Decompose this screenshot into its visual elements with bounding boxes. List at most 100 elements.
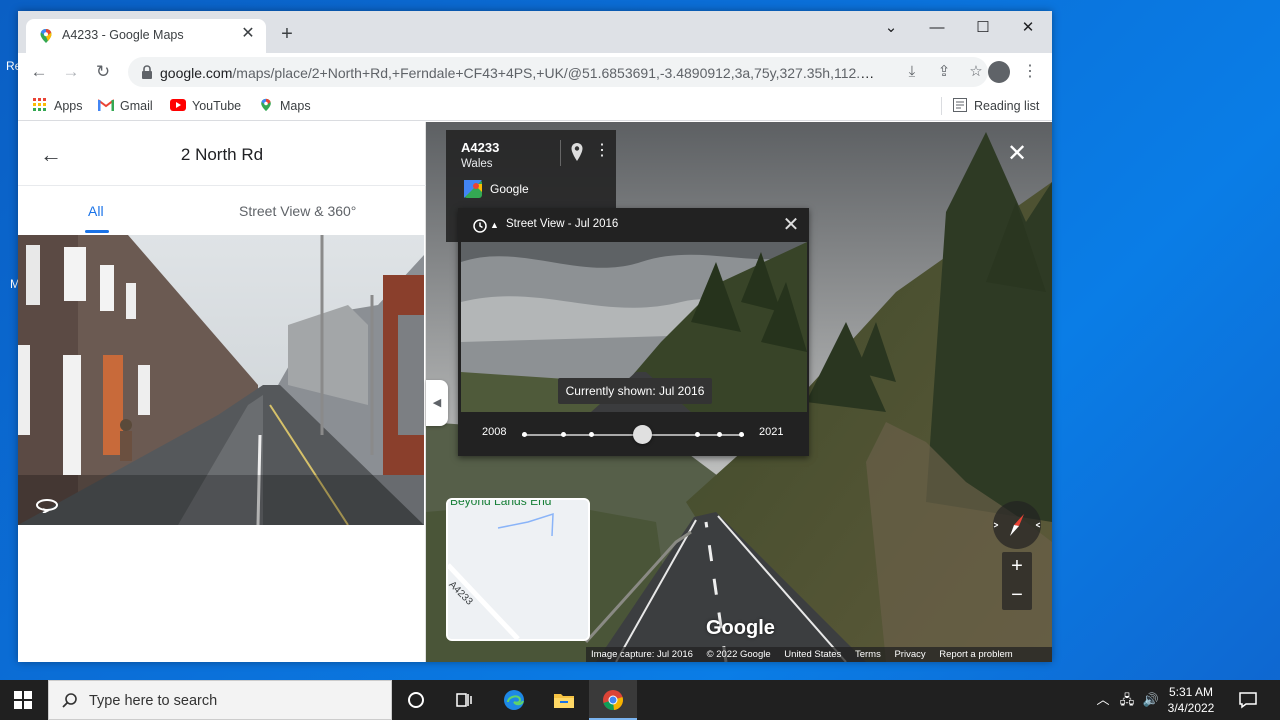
- divider: [560, 140, 561, 166]
- terms-link[interactable]: Terms: [855, 649, 881, 660]
- time-machine-panel: ▲ Street View - Jul 2016 ✕ Currently sho…: [458, 208, 809, 456]
- zoom-control: + −: [1002, 552, 1032, 610]
- report-problem-link[interactable]: Report a problem: [939, 649, 1012, 660]
- gmail-icon: [98, 99, 114, 111]
- volume-icon[interactable]: 🔊: [1142, 692, 1160, 708]
- system-clock[interactable]: 5:31 AM 3/4/2022: [1160, 684, 1222, 716]
- slider-tick[interactable]: [561, 432, 566, 437]
- active-tab-indicator: [85, 230, 109, 233]
- slider-tick[interactable]: [717, 432, 722, 437]
- browser-tab[interactable]: A4233 - Google Maps ✕: [26, 19, 266, 53]
- google-watermark: Google: [706, 617, 775, 639]
- location-pin-icon[interactable]: [570, 142, 584, 162]
- lock-icon: [142, 65, 152, 79]
- provider-name: Google: [490, 182, 529, 196]
- attribution-bar: Image capture: Jul 2016 © 2022 Google Un…: [586, 647, 1052, 662]
- copyright: © 2022 Google: [706, 649, 771, 660]
- close-street-view-icon[interactable]: ✕: [1006, 142, 1028, 166]
- youtube-icon: [170, 99, 186, 111]
- chrome-icon: [603, 690, 623, 711]
- minimap-map: [448, 500, 588, 639]
- date-slider[interactable]: 2008 2021: [458, 412, 809, 456]
- slider-end-year: 2021: [759, 426, 784, 438]
- search-icon: [62, 693, 77, 708]
- taskbar-search-input[interactable]: Type here to search: [48, 680, 392, 720]
- region-name: Wales: [461, 158, 493, 170]
- bookmark-apps[interactable]: Apps: [32, 97, 83, 115]
- reading-list-button[interactable]: Reading list: [952, 97, 1039, 115]
- region-link[interactable]: United States: [784, 649, 841, 660]
- edge-icon[interactable]: [502, 688, 526, 712]
- new-tab-icon[interactable]: +: [276, 23, 298, 45]
- compass-needle: [993, 514, 1041, 536]
- windows-start-icon[interactable]: [14, 691, 32, 709]
- browser-window: A4233 - Google Maps ✕ + ⌄ — ☐ ✕ ← → ↻ go…: [18, 11, 1052, 662]
- zoom-out-icon[interactable]: −: [1002, 581, 1032, 610]
- compass-icon[interactable]: [993, 501, 1041, 549]
- forward-icon[interactable]: →: [60, 61, 82, 83]
- file-explorer-icon[interactable]: [552, 688, 576, 712]
- bookmarks-divider: [941, 97, 942, 115]
- slider-tick[interactable]: [739, 432, 744, 437]
- task-view-icon[interactable]: [452, 688, 476, 712]
- browser-menu-icon[interactable]: ⋮: [1022, 61, 1038, 83]
- place-title: 2 North Rd: [180, 145, 264, 164]
- caret-up-icon: ▲: [490, 220, 499, 230]
- slider-handle[interactable]: [633, 425, 652, 444]
- google-maps-icon: [464, 180, 482, 198]
- close-icon[interactable]: ✕: [781, 215, 801, 235]
- tab-search-icon[interactable]: ⌄: [880, 17, 902, 39]
- cortana-icon[interactable]: [404, 688, 428, 712]
- divider: [18, 185, 426, 186]
- bookmark-maps[interactable]: Maps: [258, 97, 311, 115]
- bookmark-youtube[interactable]: YouTube: [170, 97, 241, 115]
- apps-grid-icon: [33, 98, 46, 111]
- network-icon[interactable]: 🖧: [1118, 692, 1136, 708]
- slider-start-year: 2008: [482, 426, 507, 438]
- tab-street-view[interactable]: Street View & 360°: [239, 203, 356, 219]
- bookmark-gmail[interactable]: Gmail: [98, 97, 153, 115]
- install-icon[interactable]: ⤓: [902, 62, 922, 82]
- show-hidden-icons-icon[interactable]: ︿: [1094, 692, 1112, 708]
- url-text: google.com/maps/place/2+North+Rd,+Fernda…: [160, 65, 880, 81]
- current-date-tooltip: Currently shown: Jul 2016: [558, 378, 712, 404]
- road-name: A4233: [461, 140, 500, 155]
- maps-pin-icon: [261, 98, 271, 112]
- slider-tick[interactable]: [522, 432, 527, 437]
- browser-toolbar: ← → ↻ google.com/maps/place/2+North+Rd,+…: [18, 53, 1052, 91]
- reload-icon[interactable]: ↻: [92, 61, 114, 83]
- chrome-taskbar-button[interactable]: [589, 680, 637, 720]
- bookmarks-bar: Apps Gmail YouTube Maps Reading list: [18, 91, 1052, 121]
- profile-avatar-icon[interactable]: [988, 61, 1010, 83]
- tab-close-icon[interactable]: ✕: [240, 26, 256, 42]
- maximize-icon[interactable]: ☐: [972, 17, 994, 39]
- street-view-panorama[interactable]: A4233 Wales ⋮ Google ▲ Street View - Jul…: [426, 122, 1052, 662]
- street-photo: [18, 235, 424, 525]
- rotate-360-icon[interactable]: [34, 497, 60, 513]
- side-panel: ← 2 North Rd All Street View & 360°: [18, 122, 426, 662]
- tab-all[interactable]: All: [88, 203, 104, 219]
- more-options-icon[interactable]: ⋮: [594, 140, 610, 162]
- tab-title: A4233 - Google Maps: [62, 28, 184, 42]
- zoom-in-icon[interactable]: +: [1002, 552, 1032, 581]
- back-icon[interactable]: ←: [28, 61, 50, 83]
- slider-tick[interactable]: [695, 432, 700, 437]
- time-machine-header[interactable]: ▲ Street View - Jul 2016 ✕: [458, 208, 809, 242]
- share-icon[interactable]: ⇪: [934, 62, 954, 82]
- minimize-icon[interactable]: —: [926, 17, 948, 39]
- bookmark-star-icon[interactable]: ☆: [966, 62, 986, 82]
- address-bar[interactable]: google.com/maps/place/2+North+Rd,+Fernda…: [128, 57, 988, 87]
- historical-preview: Currently shown: Jul 2016: [461, 242, 807, 412]
- reading-list-icon: [953, 98, 967, 112]
- privacy-link[interactable]: Privacy: [894, 649, 925, 660]
- image-capture-date: Image capture: Jul 2016: [591, 649, 693, 660]
- close-window-icon[interactable]: ✕: [1017, 17, 1039, 39]
- search-placeholder: Type here to search: [89, 693, 218, 709]
- collapse-panel-button[interactable]: ◀: [426, 380, 448, 426]
- clock-date: 3/4/2022: [1167, 701, 1215, 715]
- notification-center-icon[interactable]: [1238, 690, 1258, 710]
- slider-tick[interactable]: [589, 432, 594, 437]
- minimap[interactable]: Beyond Lands End A4233: [446, 498, 590, 641]
- minimap-place-label: Beyond Lands End: [450, 498, 552, 508]
- street-view-thumbnail[interactable]: [18, 235, 424, 525]
